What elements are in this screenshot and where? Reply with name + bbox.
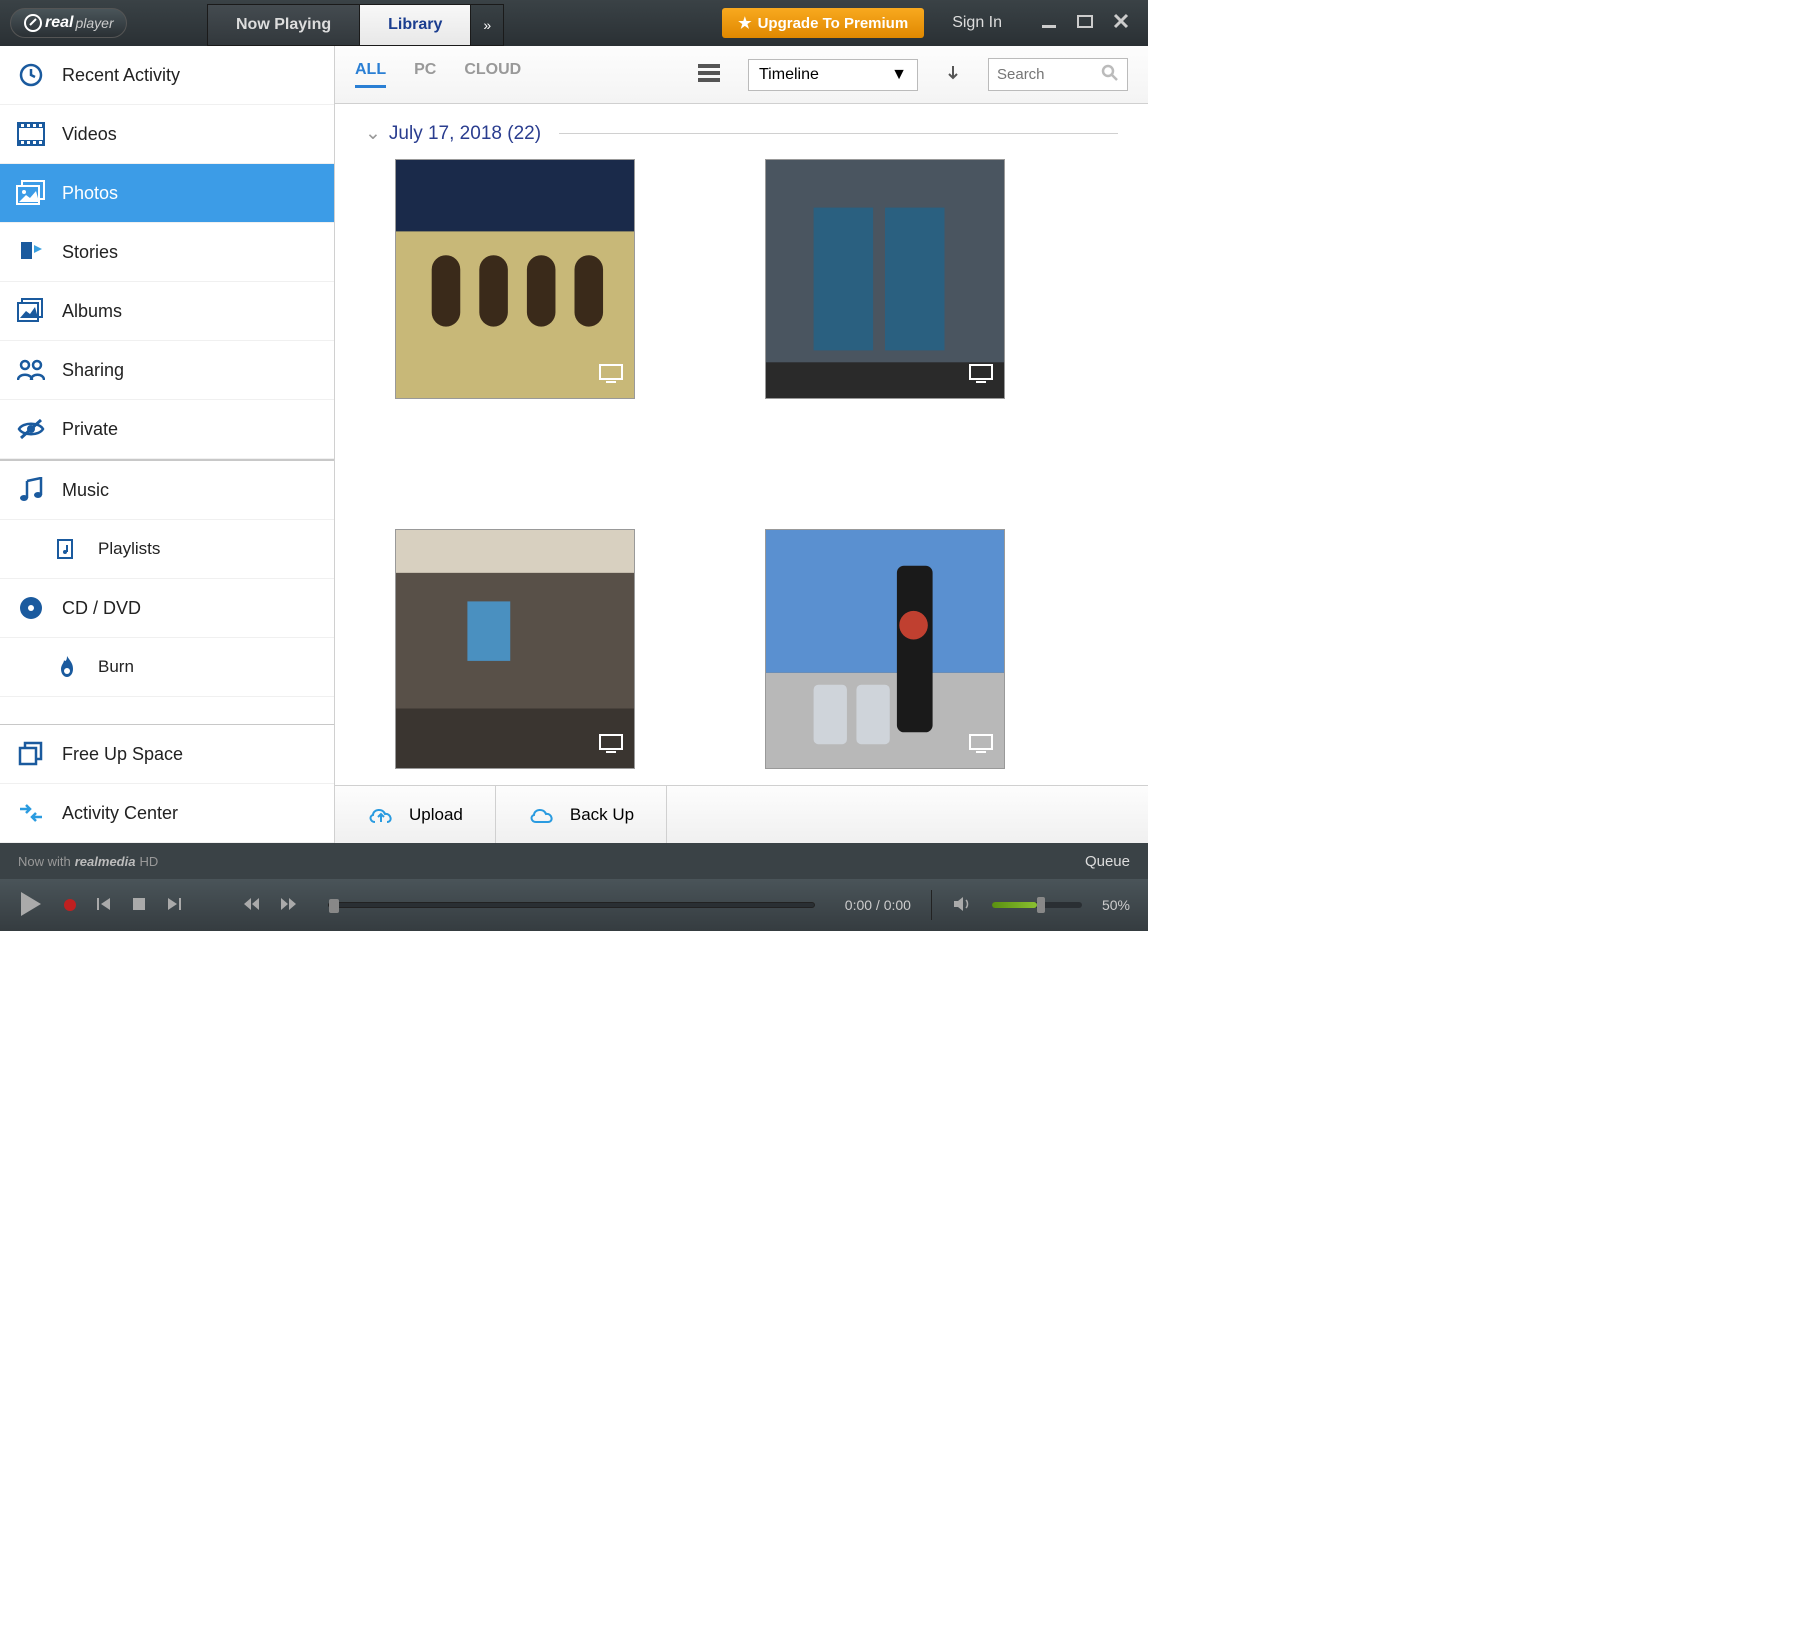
upgrade-button[interactable]: ★ Upgrade To Premium xyxy=(722,8,924,38)
sidebar-item-sharing[interactable]: Sharing xyxy=(0,341,334,400)
disc-icon xyxy=(16,593,46,623)
action-bar: Upload Back Up xyxy=(335,785,1148,843)
device-icon xyxy=(598,733,624,758)
sidebar-item-music[interactable]: Music xyxy=(0,461,334,520)
sidebar-item-stories[interactable]: Stories xyxy=(0,223,334,282)
photo-thumb[interactable] xyxy=(395,529,635,769)
time-display: 0:00 / 0:00 xyxy=(845,897,911,913)
sidebar-label: Private xyxy=(62,419,118,440)
app-window: realplayer Now Playing Library » ★ Upgra… xyxy=(0,0,1148,931)
logo-icon xyxy=(23,13,43,33)
tab-library[interactable]: Library xyxy=(360,5,471,45)
sharing-icon xyxy=(16,355,46,385)
photo-thumb[interactable] xyxy=(395,159,635,399)
cloud-icon xyxy=(528,805,556,825)
playlist-icon xyxy=(52,534,82,564)
stories-icon xyxy=(16,237,46,267)
sidebar-label: Activity Center xyxy=(62,803,178,824)
window-controls xyxy=(1022,0,1148,46)
photo-thumb[interactable] xyxy=(765,529,1005,769)
sidebar-item-cddvd[interactable]: CD / DVD xyxy=(0,579,334,638)
photo-thumb[interactable] xyxy=(765,159,1005,399)
main-area: Recent Activity Videos Photos Stories Al… xyxy=(0,46,1148,843)
content-toolbar: ALL PC CLOUD Timeline ▼ xyxy=(335,46,1148,104)
private-icon xyxy=(16,414,46,444)
sidebar-label: CD / DVD xyxy=(62,598,141,619)
view-mode-dropdown[interactable]: Timeline ▼ xyxy=(748,59,918,91)
upload-button[interactable]: Upload xyxy=(335,786,496,843)
volume-percent: 50% xyxy=(1102,897,1130,913)
player-bar: 0:00 / 0:00 50% xyxy=(0,879,1148,931)
next-button[interactable] xyxy=(166,896,182,915)
sidebar-label: Sharing xyxy=(62,360,124,381)
filter-all[interactable]: ALL xyxy=(355,61,386,88)
top-tabs: Now Playing Library » xyxy=(207,4,504,46)
sidebar-label: Photos xyxy=(62,183,118,204)
rewind -button[interactable] xyxy=(242,897,260,914)
sidebar-item-photos[interactable]: Photos xyxy=(0,164,334,223)
sign-in-link[interactable]: Sign In xyxy=(932,0,1022,46)
content-area: ALL PC CLOUD Timeline ▼ xyxy=(335,46,1148,843)
volume-icon[interactable] xyxy=(952,895,972,916)
maximize-button[interactable] xyxy=(1076,12,1094,35)
sidebar-item-recent[interactable]: Recent Activity xyxy=(0,46,334,105)
sidebar-item-burn[interactable]: Burn xyxy=(0,638,334,697)
albums-icon xyxy=(16,296,46,326)
play-button[interactable] xyxy=(18,890,44,921)
status-bar: Now with realmedia HD Queue xyxy=(0,843,1148,879)
filter-cloud[interactable]: CLOUD xyxy=(464,61,521,88)
sidebar-item-videos[interactable]: Videos xyxy=(0,105,334,164)
burn-icon xyxy=(52,652,82,682)
photos-icon xyxy=(16,178,46,208)
seek-bar[interactable] xyxy=(328,902,815,908)
tab-overflow[interactable]: » xyxy=(471,5,503,45)
sidebar-item-activity[interactable]: Activity Center xyxy=(0,784,334,843)
filter-pc[interactable]: PC xyxy=(414,61,436,88)
sidebar: Recent Activity Videos Photos Stories Al… xyxy=(0,46,335,843)
collapse-icon[interactable]: ⌄ xyxy=(365,122,381,145)
sidebar-item-freeup[interactable]: Free Up Space xyxy=(0,725,334,784)
sidebar-label: Playlists xyxy=(98,539,160,559)
prev-button[interactable] xyxy=(96,896,112,915)
freeup-icon xyxy=(16,739,46,769)
volume-slider[interactable] xyxy=(992,902,1082,908)
backup-button[interactable]: Back Up xyxy=(496,786,667,843)
sidebar-label: Recent Activity xyxy=(62,65,180,86)
film-icon xyxy=(16,119,46,149)
sidebar-item-private[interactable]: Private xyxy=(0,400,334,459)
titlebar: realplayer Now Playing Library » ★ Upgra… xyxy=(0,0,1148,46)
sidebar-item-albums[interactable]: Albums xyxy=(0,282,334,341)
sidebar-label: Videos xyxy=(62,124,117,145)
sidebar-label: Burn xyxy=(98,657,134,677)
record-button[interactable] xyxy=(64,899,76,911)
activity-icon xyxy=(16,798,46,828)
star-icon: ★ xyxy=(738,14,751,32)
search-box[interactable] xyxy=(988,58,1128,91)
sort-button[interactable] xyxy=(946,64,960,85)
music-icon xyxy=(16,475,46,505)
list-view-button[interactable] xyxy=(698,64,720,85)
sidebar-label: Music xyxy=(62,480,109,501)
tab-now-playing[interactable]: Now Playing xyxy=(208,5,360,45)
gallery: ⌄ July 17, 2018 (22) xyxy=(335,104,1148,785)
cloud-upload-icon xyxy=(367,804,395,826)
device-icon xyxy=(598,363,624,388)
device-icon xyxy=(968,363,994,388)
sidebar-label: Free Up Space xyxy=(62,744,183,765)
queue-link[interactable]: Queue xyxy=(1085,853,1130,870)
minimize-button[interactable] xyxy=(1040,12,1058,35)
ffwd-button[interactable] xyxy=(280,897,298,914)
clock-icon xyxy=(16,60,46,90)
sidebar-label: Albums xyxy=(62,301,122,322)
close-button[interactable] xyxy=(1112,12,1130,35)
chevron-down-icon: ▼ xyxy=(891,66,907,84)
date-group-header[interactable]: ⌄ July 17, 2018 (22) xyxy=(365,122,1118,145)
search-input[interactable] xyxy=(997,66,1087,83)
sidebar-item-playlists[interactable]: Playlists xyxy=(0,520,334,579)
sidebar-label: Stories xyxy=(62,242,118,263)
app-logo: realplayer xyxy=(0,0,207,46)
stop-button[interactable] xyxy=(132,897,146,914)
device-icon xyxy=(968,733,994,758)
search-icon xyxy=(1101,64,1119,85)
